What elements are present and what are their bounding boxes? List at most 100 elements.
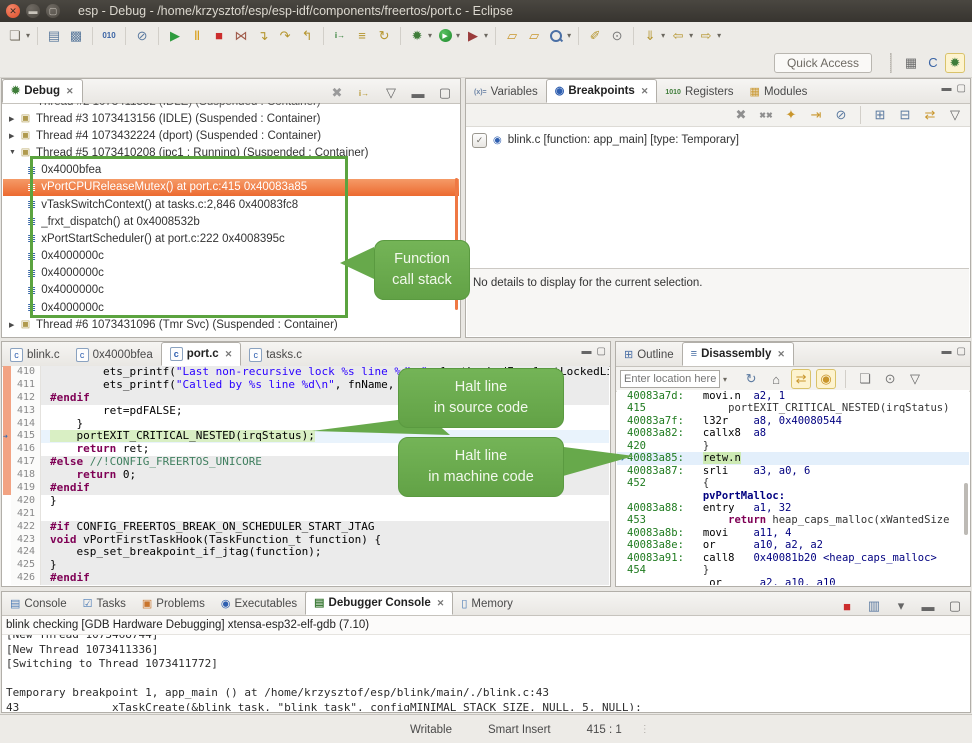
tab-disassembly[interactable]: ≡Disassembly✕	[682, 342, 794, 366]
maximize-icon[interactable]: ▢	[945, 596, 965, 616]
console-output[interactable]: [New Thread 1073468744][New Thread 10734…	[2, 635, 970, 711]
close-tab-icon[interactable]: ✕	[777, 349, 785, 360]
tab-console[interactable]: ▤Console	[2, 593, 75, 615]
disassembly-line[interactable]: 40083a88: entry a1, 32	[617, 502, 969, 514]
tab-blink-c[interactable]: cblink.c	[2, 344, 68, 366]
step-return-icon[interactable]: ↰	[297, 26, 317, 46]
minimize-icon[interactable]: ▬	[408, 83, 428, 103]
disconnect-icon[interactable]: ⋈	[231, 26, 251, 46]
close-tab-icon[interactable]: ✕	[225, 349, 233, 360]
expand-arrow-icon[interactable]: ▶	[9, 115, 19, 123]
home-icon[interactable]: ⌂	[766, 369, 786, 389]
step-into-icon[interactable]: ↴	[253, 26, 273, 46]
code-line[interactable]: 426#endif	[3, 572, 609, 585]
suspend-icon[interactable]: Ⅱ	[187, 26, 207, 46]
location-dropdown-icon[interactable]: ▾	[723, 375, 727, 384]
new-wizard-dropdown-icon[interactable]: ▾	[26, 31, 30, 40]
window-close-button[interactable]: ✕	[6, 4, 20, 18]
code-line[interactable]: 423void vPortFirstTaskHook(TaskFunction_…	[3, 534, 609, 547]
minimize-icon[interactable]: ▬	[942, 83, 952, 94]
track-expression-icon[interactable]: ◉	[816, 369, 836, 389]
run-dropdown-icon[interactable]: ▾	[456, 31, 460, 40]
tab-executables[interactable]: ◉Executables	[213, 593, 305, 615]
quick-access-button[interactable]: Quick Access	[774, 53, 872, 73]
tab-problems[interactable]: ▣Problems	[134, 593, 213, 615]
tab-outline[interactable]: ⊞Outline	[616, 344, 682, 366]
thread-row[interactable]: ▼▣Thread #5 1073410208 (ipc1 : Running) …	[3, 144, 459, 161]
save-all-icon[interactable]: ▩	[66, 26, 86, 46]
disassembly-line[interactable]: 454 }	[617, 564, 969, 576]
disassembly-line[interactable]: pvPortMalloc:	[617, 490, 969, 502]
disassembly-line[interactable]: 40083a7f: l32r a8, 0x40080544	[617, 415, 969, 427]
search-icon[interactable]	[546, 26, 566, 46]
disassembly-code-area[interactable]: 40083a7d: movi.n a2, 1415 portEXIT_CRITI…	[617, 390, 969, 585]
disassembly-line[interactable]: 420 }	[617, 440, 969, 452]
expand-arrow-icon[interactable]: ▼	[9, 149, 19, 156]
instruction-stepping-mode-icon[interactable]: i→	[354, 83, 374, 103]
back-icon[interactable]: ⇦	[668, 26, 688, 46]
show-debug-contexts-icon[interactable]: ≡	[352, 26, 372, 46]
disassembly-line[interactable]: 453 return heap_caps_malloc(xWantedSize	[617, 514, 969, 526]
disassembly-line[interactable]: 415 portEXIT_CRITICAL_NESTED(irqStatus)	[617, 402, 969, 414]
tab-debugger-console[interactable]: ▤Debugger Console✕	[305, 591, 453, 615]
view-menu-icon[interactable]: ▽	[945, 105, 965, 125]
window-minimize-button[interactable]: ▬	[26, 4, 40, 18]
instruction-stepping-icon[interactable]: i→	[330, 26, 350, 46]
tab-tasks[interactable]: ☑Tasks	[75, 593, 134, 615]
location-input[interactable]	[620, 370, 720, 388]
code-line[interactable]: 425}	[3, 559, 609, 572]
disassembly-line[interactable]: 452 {	[617, 477, 969, 489]
run-icon[interactable]: ▶	[435, 26, 455, 46]
display-selected-console-icon[interactable]: ▥	[864, 596, 884, 616]
breakpoint-checkbox[interactable]: ✓	[472, 133, 487, 148]
maximize-icon[interactable]: ▢	[597, 346, 606, 357]
tab-memory[interactable]: ▯Memory	[453, 593, 521, 615]
disassembly-line[interactable]: 40083a85: retw.n	[617, 452, 969, 464]
code-line[interactable]: 424 esp_set_breakpoint_if_jtag(function)…	[3, 546, 609, 559]
disassembly-line[interactable]: 40083a8e: or a10, a2, a2	[617, 539, 969, 551]
expand-arrow-icon[interactable]: ▶	[9, 132, 19, 140]
open-element-icon[interactable]: ▱	[502, 26, 522, 46]
skip-all-breakpoints-icon[interactable]: ⊘	[831, 105, 851, 125]
disassembly-line[interactable]: or a2, a10, a10	[617, 577, 969, 585]
remove-all-breakpoints-icon[interactable]: ✖✖	[756, 105, 776, 125]
resume-icon[interactable]: ▶	[165, 26, 185, 46]
thread-row[interactable]: ▶▣Thread #6 1073431096 (Tmr Svc) (Suspen…	[3, 316, 459, 333]
save-icon[interactable]: ▤	[44, 26, 64, 46]
collapse-all-icon[interactable]: ⊟	[895, 105, 915, 125]
tab-debug[interactable]: ✹Debug✕	[2, 79, 83, 103]
breakpoint-list-item[interactable]: ✓ ◉ blink.c [function: app_main] [type: …	[466, 131, 970, 149]
last-edit-location-icon[interactable]: ⇓	[640, 26, 660, 46]
new-wizard-icon[interactable]: ❏	[5, 26, 25, 46]
remove-all-terminated-icon[interactable]: ✖	[327, 83, 347, 103]
stack-frame-row[interactable]: ≣vTaskSwitchContext() at tasks.c:2,846 0…	[3, 196, 459, 213]
minimize-icon[interactable]: ▬	[918, 596, 938, 616]
debug-dropdown-icon[interactable]: ▾	[428, 31, 432, 40]
code-line[interactable]: 421	[3, 508, 609, 521]
expand-arrow-icon[interactable]: ▶	[9, 321, 19, 329]
open-console-dropdown-icon[interactable]: ▾	[891, 596, 911, 616]
terminate-icon[interactable]: ■	[209, 26, 229, 46]
close-tab-icon[interactable]: ✕	[66, 86, 74, 97]
stack-frame-row[interactable]: ≣0x4000000c	[3, 299, 459, 316]
expand-all-icon[interactable]: ⊞	[870, 105, 890, 125]
external-tools-dropdown-icon[interactable]: ▾	[484, 31, 488, 40]
cpp-perspective-icon[interactable]: C	[923, 53, 943, 73]
debug-icon[interactable]: ✹	[407, 26, 427, 46]
restart-icon[interactable]: ↻	[374, 26, 394, 46]
stack-frame-row[interactable]: ≣vPortCPUReleaseMutex() at port.c:415 0x…	[3, 179, 459, 196]
tab-registers[interactable]: 1010Registers	[657, 81, 741, 103]
terminate-icon[interactable]: ■	[837, 596, 857, 616]
disassembly-line[interactable]: 40083a91: call8 0x40081b20 <heap_caps_ma…	[617, 552, 969, 564]
stack-frame-row[interactable]: ≣0x4000bfea	[3, 162, 459, 179]
skip-all-breakpoints-icon[interactable]: ⊘	[132, 26, 152, 46]
pin-editor-icon[interactable]: ⊙	[607, 26, 627, 46]
window-maximize-button[interactable]: ▢	[46, 4, 60, 18]
tab-tasks-c[interactable]: ctasks.c	[241, 344, 310, 366]
close-tab-icon[interactable]: ✕	[437, 598, 445, 609]
binary-display-icon[interactable]: 010	[99, 26, 119, 46]
maximize-icon[interactable]: ▢	[957, 83, 966, 94]
tab-breakpoints[interactable]: ◉Breakpoints✕	[546, 79, 658, 103]
last-edit-location-dropdown-icon[interactable]: ▾	[661, 31, 665, 40]
thread-row[interactable]: ▶▣Thread #4 1073432224 (dport) (Suspende…	[3, 127, 459, 144]
